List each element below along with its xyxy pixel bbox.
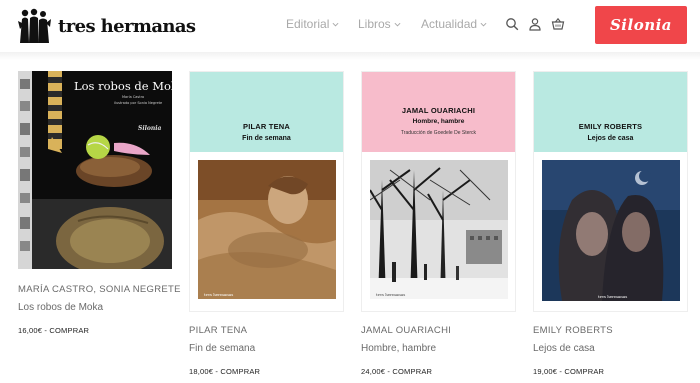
cover-photo [370, 160, 508, 299]
book-author[interactable]: EMILY ROBERTS [533, 325, 613, 336]
cover-photo [198, 160, 336, 299]
cover-publisher-mark: tres hermanas [598, 294, 628, 299]
cover-photo [542, 160, 680, 301]
cover-publisher-mark: tres hermanas [204, 292, 234, 297]
cover-author-text: EMILY ROBERTS [578, 122, 643, 131]
nav-libros[interactable]: Libros [358, 17, 401, 31]
cover-author-text: PILAR TENA [243, 122, 290, 131]
nav-editorial-label: Editorial [286, 17, 330, 31]
site-header: tres hermanas Editorial Libros Actualida… [0, 0, 700, 52]
nav-actualidad-label: Actualidad [421, 17, 478, 31]
cover-author-text: María Castro [122, 95, 145, 99]
book-cover[interactable]: JAMAL OUARIACHI Hombre, hambre Traducció… [361, 71, 516, 312]
search-icon[interactable] [505, 17, 519, 31]
silonia-button[interactable]: Silonia [595, 6, 687, 44]
chevron-down-icon [480, 22, 487, 26]
book-card[interactable]: EMILY ROBERTS Lejos de casa tres hermana… [533, 71, 688, 383]
cover-title-text: Lejos de casa [587, 135, 634, 142]
user-icon[interactable] [528, 17, 542, 31]
header-divider [0, 52, 700, 60]
cover-title-text: Los robos de Moka [74, 79, 172, 93]
book-title[interactable]: Los robos de Moka [18, 302, 103, 313]
brand-name: tres hermanas [58, 15, 196, 37]
cart-icon[interactable] [551, 17, 565, 31]
book-card[interactable]: JAMAL OUARIACHI Hombre, hambre Traducció… [361, 71, 516, 383]
book-card[interactable]: PILAR TENA Fin de semana tres hermanas P… [189, 71, 344, 383]
book-title[interactable]: Lejos de casa [533, 343, 595, 354]
book-cover[interactable]: EMILY ROBERTS Lejos de casa tres hermana… [533, 71, 688, 312]
book-price-buy[interactable]: 16,00€ - COMPRAR [18, 326, 89, 335]
cover-publisher-sign: Silonia [138, 125, 162, 132]
cover-title-text: Hombre, hambre [412, 118, 465, 125]
book-title[interactable]: Fin de semana [189, 343, 255, 354]
brand-logo[interactable]: tres hermanas [16, 7, 196, 45]
cover-publisher-mark: tres hermanas [376, 292, 406, 297]
book-author[interactable]: JAMAL OUARIACHI [361, 325, 451, 336]
cover-author-text: JAMAL OUARIACHI [401, 106, 476, 115]
book-card[interactable]: Los robos de Moka María Castro ilustrado… [18, 71, 180, 341]
book-price-buy[interactable]: 24,00€ - COMPRAR [361, 367, 432, 376]
cover-title-text: Fin de semana [242, 135, 291, 142]
cover-illustrator-text: ilustrado por Sonia Negrete [114, 101, 163, 105]
three-sisters-logo-icon [18, 8, 51, 43]
book-title[interactable]: Hombre, hambre [361, 343, 436, 354]
cover-translator-text: Traducción de Goedele De Sterck [400, 130, 477, 136]
book-author[interactable]: MARÍA CASTRO, SONIA NEGRETE [18, 284, 181, 295]
nav-actualidad[interactable]: Actualidad [421, 17, 487, 31]
book-price-buy[interactable]: 18,00€ - COMPRAR [189, 367, 260, 376]
book-author[interactable]: PILAR TENA [189, 325, 247, 336]
book-cover[interactable]: PILAR TENA Fin de semana tres hermanas [189, 71, 344, 312]
nav-editorial[interactable]: Editorial [286, 17, 339, 31]
book-price-buy[interactable]: 19,00€ - COMPRAR [533, 367, 604, 376]
chevron-down-icon [332, 22, 339, 26]
silonia-button-label: Silonia [609, 16, 673, 34]
nav-libros-label: Libros [358, 17, 391, 31]
chevron-down-icon [394, 22, 401, 26]
book-cover[interactable]: Los robos de Moka María Castro ilustrado… [18, 71, 172, 269]
